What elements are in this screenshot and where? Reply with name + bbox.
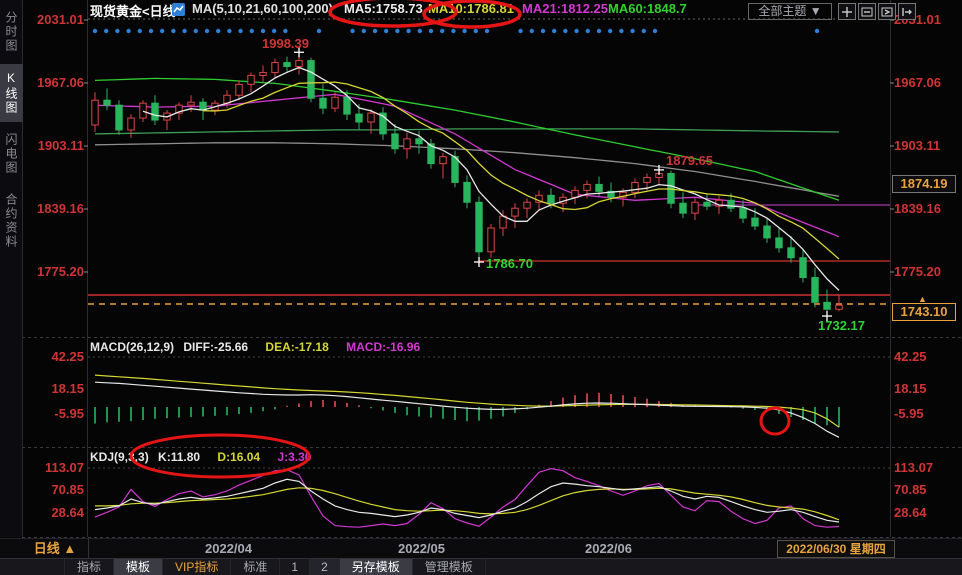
toolbar-spacer [0, 559, 65, 575]
toolbar-item-2[interactable]: 2 [310, 559, 340, 575]
line-chart-icon[interactable] [172, 3, 185, 21]
toolbar-item-VIP指标[interactable]: VIP指标 [163, 559, 231, 575]
date-axis-row: 日线 ▲ 2022/04 2022/05 2022/06 2022/06/30 星期… [0, 538, 962, 559]
current-date-label: 2022/06/30 星期四 [777, 540, 895, 558]
kdj-j-value: J:3.30 [277, 450, 311, 464]
symbol-title: 现货黄金<日线> [90, 1, 183, 20]
axis-label: 28.64 [22, 505, 84, 520]
axis-label: 1839.16 [894, 201, 958, 216]
macd-params: MACD(26,12,9) [90, 340, 174, 354]
axis-label: 1903.11 [22, 138, 84, 153]
shift-right-icon[interactable] [898, 3, 916, 20]
date-tick: 2022/05 [398, 541, 445, 556]
sidebar-item-4[interactable]: 合约资料 [0, 186, 23, 256]
bottom-toolbar: 指标模板VIP指标标准12另存模板管理模板 [0, 558, 962, 575]
sidebar-item-3[interactable]: 闪电图 [0, 126, 23, 182]
axis-label: 1903.11 [894, 138, 958, 153]
period-selector[interactable]: 日线 ▲ [22, 539, 89, 558]
axis-label: 1967.06 [22, 75, 84, 90]
kdj-d-value: D:16.04 [217, 450, 260, 464]
toolbar-item-标准[interactable]: 标准 [231, 559, 280, 575]
compress-scale-icon[interactable] [858, 3, 876, 20]
axis-label: 42.25 [894, 349, 958, 364]
axis-label: 28.64 [894, 505, 958, 520]
chart-canvas[interactable] [0, 0, 962, 575]
axis-label: -5.95 [22, 406, 84, 421]
axis-label: 1775.20 [22, 264, 84, 279]
toolbar-item-另存模板[interactable]: 另存模板 [340, 559, 413, 575]
ma10-value: MA10:1786.81 [428, 1, 514, 16]
ma21-value: MA21:1812.25 [522, 1, 608, 16]
toolbar-item-模板[interactable]: 模板 [114, 559, 163, 575]
date-tick: 2022/06 [585, 541, 632, 556]
axis-label: 1839.16 [22, 201, 84, 216]
ma5-value: MA5:1758.73 [344, 1, 423, 16]
annotation-high-1879: 1879.65 [666, 153, 713, 168]
toolbar-item-指标[interactable]: 指标 [65, 559, 114, 575]
axis-label: -5.95 [894, 406, 958, 421]
toolbar-item-1[interactable]: 1 [280, 559, 310, 575]
macd-value: MACD:-16.96 [346, 340, 420, 354]
ma-price-box: 1874.19 [892, 175, 956, 193]
date-tick: 2022/04 [205, 541, 252, 556]
macd-dea-value: DEA:-17.18 [265, 340, 328, 354]
axis-label: 18.15 [894, 381, 958, 396]
kdj-title: KDJ(9,3,3) K:11.80 D:16.04 J:3.30 [90, 450, 311, 464]
last-price-box: 1743.10 [892, 303, 956, 321]
macd-title: MACD(26,12,9) DIFF:-25.66 DEA:-17.18 MAC… [90, 340, 420, 354]
macd-diff-value: DIFF:-25.66 [183, 340, 248, 354]
axis-label: 70.85 [894, 482, 958, 497]
theme-select-button[interactable]: 全部主题 ▼ [748, 3, 832, 20]
axis-label: 18.15 [22, 381, 84, 396]
annotation-low-1732: 1732.17 [818, 318, 865, 333]
annotation-low-1786: 1786.70 [486, 256, 533, 271]
toolbar-item-管理模板[interactable]: 管理模板 [413, 559, 486, 575]
sidebar-item-2[interactable]: K线图 [0, 64, 23, 122]
axis-label: 2031.01 [22, 12, 84, 27]
ma60-value: MA60:1848.7 [608, 1, 687, 16]
expand-scale-icon[interactable] [878, 3, 896, 20]
axis-label: 42.25 [22, 349, 84, 364]
axis-label: 1967.06 [894, 75, 958, 90]
axis-label: 1775.20 [894, 264, 958, 279]
axis-label: 113.07 [22, 460, 84, 475]
chart-type-sidebar: 分时图 K线图闪电图合约资料 [0, 0, 23, 537]
sidebar-item-1[interactable]: 分时图 [0, 4, 23, 60]
kdj-k-value: K:11.80 [158, 450, 200, 464]
trading-app-window: 分时图 K线图闪电图合约资料 现货黄金<日线> MA(5,10,21,60,100… [0, 0, 962, 575]
axis-label: 113.07 [894, 460, 958, 475]
kdj-params: KDJ(9,3,3) [90, 450, 149, 464]
axis-label: 70.85 [22, 482, 84, 497]
ma-params-label: MA(5,10,21,60,100,200) [192, 1, 333, 16]
crosshair-icon[interactable] [838, 3, 856, 20]
annotation-high-1998: 1998.39 [262, 36, 309, 51]
